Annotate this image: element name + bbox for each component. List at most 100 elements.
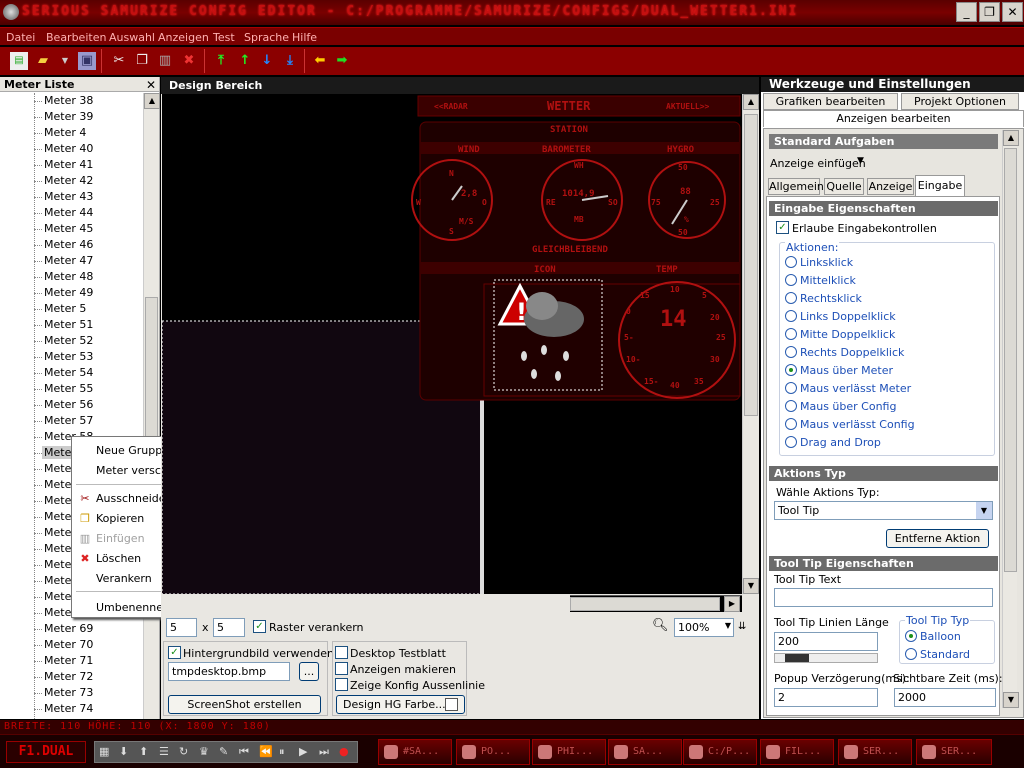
subtab-input[interactable]: Eingabe	[915, 175, 965, 196]
list-item[interactable]: Meter 41	[44, 158, 93, 171]
taskbar-item[interactable]: SER...	[916, 739, 992, 765]
bg-file-input[interactable]: tmpdesktop.bmp	[168, 662, 290, 681]
list-item[interactable]: Meter 46	[44, 238, 93, 251]
move-up-icon[interactable]: ↑	[236, 52, 254, 70]
list-item[interactable]: Meter 43	[44, 190, 93, 203]
design-color-button[interactable]: Design HG Farbe...	[336, 695, 465, 714]
subtab-source[interactable]: Quelle	[824, 178, 864, 195]
list-item[interactable]: Meter 70	[44, 638, 93, 651]
action-radio[interactable]	[785, 256, 797, 268]
popup-delay-input[interactable]: 2	[774, 688, 878, 707]
close-panel-icon[interactable]: ✕	[146, 78, 156, 92]
list-item[interactable]: Meter 45	[44, 222, 93, 235]
arrow-up-icon[interactable]: ⬆	[139, 745, 148, 758]
menu-datei[interactable]: Datei	[6, 31, 35, 44]
taskbar-item[interactable]: #SA...	[378, 739, 452, 765]
scroll-thumb[interactable]	[744, 114, 758, 416]
list-item[interactable]: Meter 73	[44, 686, 93, 699]
taskbar-item[interactable]: PHI...	[532, 739, 606, 765]
grid-y-input[interactable]: 5	[213, 618, 245, 637]
list-item[interactable]: Meter 42	[44, 174, 93, 187]
scroll-down-icon[interactable]: ▼	[743, 578, 759, 594]
grid-x-input[interactable]: 5	[166, 618, 197, 637]
desktop-test-checkbox[interactable]: ✓	[335, 646, 348, 659]
close-button[interactable]: ✕	[1002, 2, 1023, 22]
start-button[interactable]: F1.DUAL	[6, 741, 86, 763]
ctx-rename[interactable]: Umbenennen	[96, 601, 170, 614]
list-item[interactable]: Meter 44	[44, 206, 93, 219]
line-length-slider[interactable]	[774, 653, 878, 663]
scroll-up-icon[interactable]: ▲	[743, 94, 759, 110]
tab-project[interactable]: Projekt Optionen	[901, 93, 1019, 110]
list-item[interactable]: Meter 75	[44, 718, 93, 719]
aktuell-link[interactable]: AKTUELL>>	[666, 102, 710, 111]
zoom-select[interactable]: 100% ▼	[674, 618, 734, 637]
tooltip-text-input[interactable]	[774, 588, 993, 607]
subtab-display[interactable]: Anzeige	[867, 178, 914, 195]
outline-checkbox[interactable]: ✓	[335, 678, 348, 691]
raster-checkbox[interactable]: ✓	[253, 620, 266, 633]
scroll-thumb[interactable]	[1004, 148, 1017, 572]
list-item[interactable]: Meter 5	[44, 302, 86, 315]
list-item[interactable]: Meter 47	[44, 254, 93, 267]
menu-bearbeiten[interactable]: Bearbeiten	[46, 31, 106, 44]
visible-time-input[interactable]: 2000	[894, 688, 996, 707]
taskbar-item[interactable]: FIL...	[760, 739, 834, 765]
menu-sprache[interactable]: Sprache	[244, 31, 289, 44]
action-radio[interactable]	[785, 292, 797, 304]
app-icon[interactable]	[3, 4, 19, 20]
list-item[interactable]: Meter 49	[44, 286, 93, 299]
expand-icon[interactable]: ⇊	[738, 621, 746, 632]
browse-button[interactable]: ...	[299, 662, 319, 681]
cut-icon[interactable]: ✂	[110, 52, 128, 70]
prev-icon[interactable]: ⏮	[239, 745, 249, 759]
record-icon[interactable]: ●	[339, 745, 349, 758]
action-radio[interactable]	[785, 274, 797, 286]
slider-thumb[interactable]	[785, 654, 809, 662]
move-top-icon[interactable]: ⤒	[212, 52, 230, 70]
menu-hilfe[interactable]: Hilfe	[292, 31, 317, 44]
play-icon[interactable]: ▶	[299, 745, 307, 758]
subtab-general[interactable]: Allgemein	[768, 178, 824, 195]
action-radio[interactable]	[785, 310, 797, 322]
list-item[interactable]: Meter 38	[44, 94, 93, 107]
crown-icon[interactable]: ♛	[199, 745, 209, 758]
ctx-anchor[interactable]: Verankern	[96, 572, 152, 585]
action-type-select[interactable]: Tool Tip ▼	[774, 501, 993, 520]
action-radio[interactable]	[785, 418, 797, 430]
tab-graphics[interactable]: Grafiken bearbeiten	[763, 93, 898, 110]
scroll-thumb[interactable]	[570, 597, 720, 611]
scroll-down-icon[interactable]: ▼	[1003, 692, 1019, 708]
list-item[interactable]: Meter 40	[44, 142, 93, 155]
menu-anzeigen[interactable]: Anzeigen	[158, 31, 209, 44]
move-down-icon[interactable]: ↓	[258, 52, 276, 70]
list-item[interactable]: Meter 54	[44, 366, 93, 379]
ctx-copy[interactable]: Kopieren	[96, 512, 144, 525]
insert-meter-link[interactable]: Anzeige einfügen	[770, 157, 866, 170]
design-hscroll[interactable]: ▶	[570, 595, 742, 612]
taskbar-item[interactable]: PO...	[456, 739, 530, 765]
action-radio[interactable]	[785, 364, 797, 376]
action-radio[interactable]	[785, 436, 797, 448]
list-item[interactable]: Meter 71	[44, 654, 93, 667]
list-item[interactable]: Meter 4	[44, 126, 86, 139]
list-item[interactable]: Meter 55	[44, 382, 93, 395]
allow-input-checkbox[interactable]: ✓	[776, 221, 789, 234]
refresh-icon[interactable]: ↻	[179, 745, 188, 758]
open-icon[interactable]: ▰	[34, 52, 52, 70]
bg-checkbox[interactable]: ✓	[168, 646, 181, 659]
action-radio[interactable]	[785, 400, 797, 412]
menu-auswahl[interactable]: Auswahl	[109, 31, 155, 44]
taskbar-item[interactable]: C:/P...	[683, 739, 757, 765]
minimize-button[interactable]: _	[956, 2, 977, 22]
taskbar-item[interactable]: SER...	[838, 739, 912, 765]
forward-icon[interactable]: ➡	[333, 52, 351, 70]
scroll-up-icon[interactable]: ▲	[144, 93, 160, 109]
mark-meters-checkbox[interactable]: ✓	[335, 662, 348, 675]
action-radio[interactable]	[785, 346, 797, 358]
design-canvas[interactable]: ! <<RADAR WETTER AKTUELL>> STATION WIND …	[162, 94, 742, 594]
list-item[interactable]: Meter 72	[44, 670, 93, 683]
move-bottom-icon[interactable]: ⤓	[281, 52, 299, 70]
remove-action-button[interactable]: Entferne Aktion	[886, 529, 989, 548]
line-length-input[interactable]: 200	[774, 632, 878, 651]
